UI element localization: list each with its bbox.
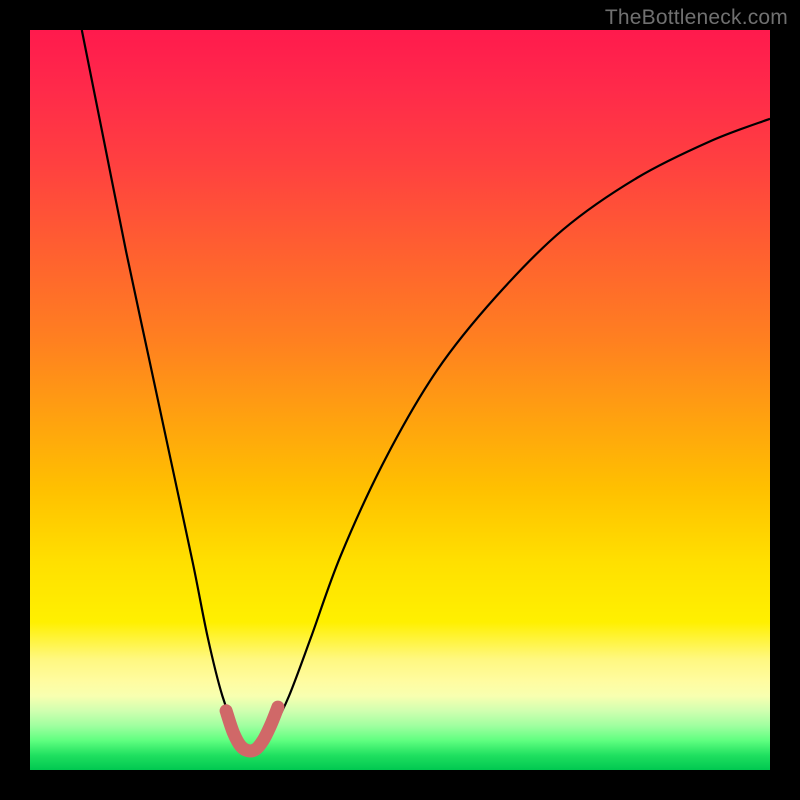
bottleneck-curve-black xyxy=(82,30,770,749)
chart-svg xyxy=(30,30,770,770)
watermark-text: TheBottleneck.com xyxy=(605,6,788,30)
chart-plot-area xyxy=(30,30,770,770)
bottleneck-curve-highlight xyxy=(226,707,278,751)
